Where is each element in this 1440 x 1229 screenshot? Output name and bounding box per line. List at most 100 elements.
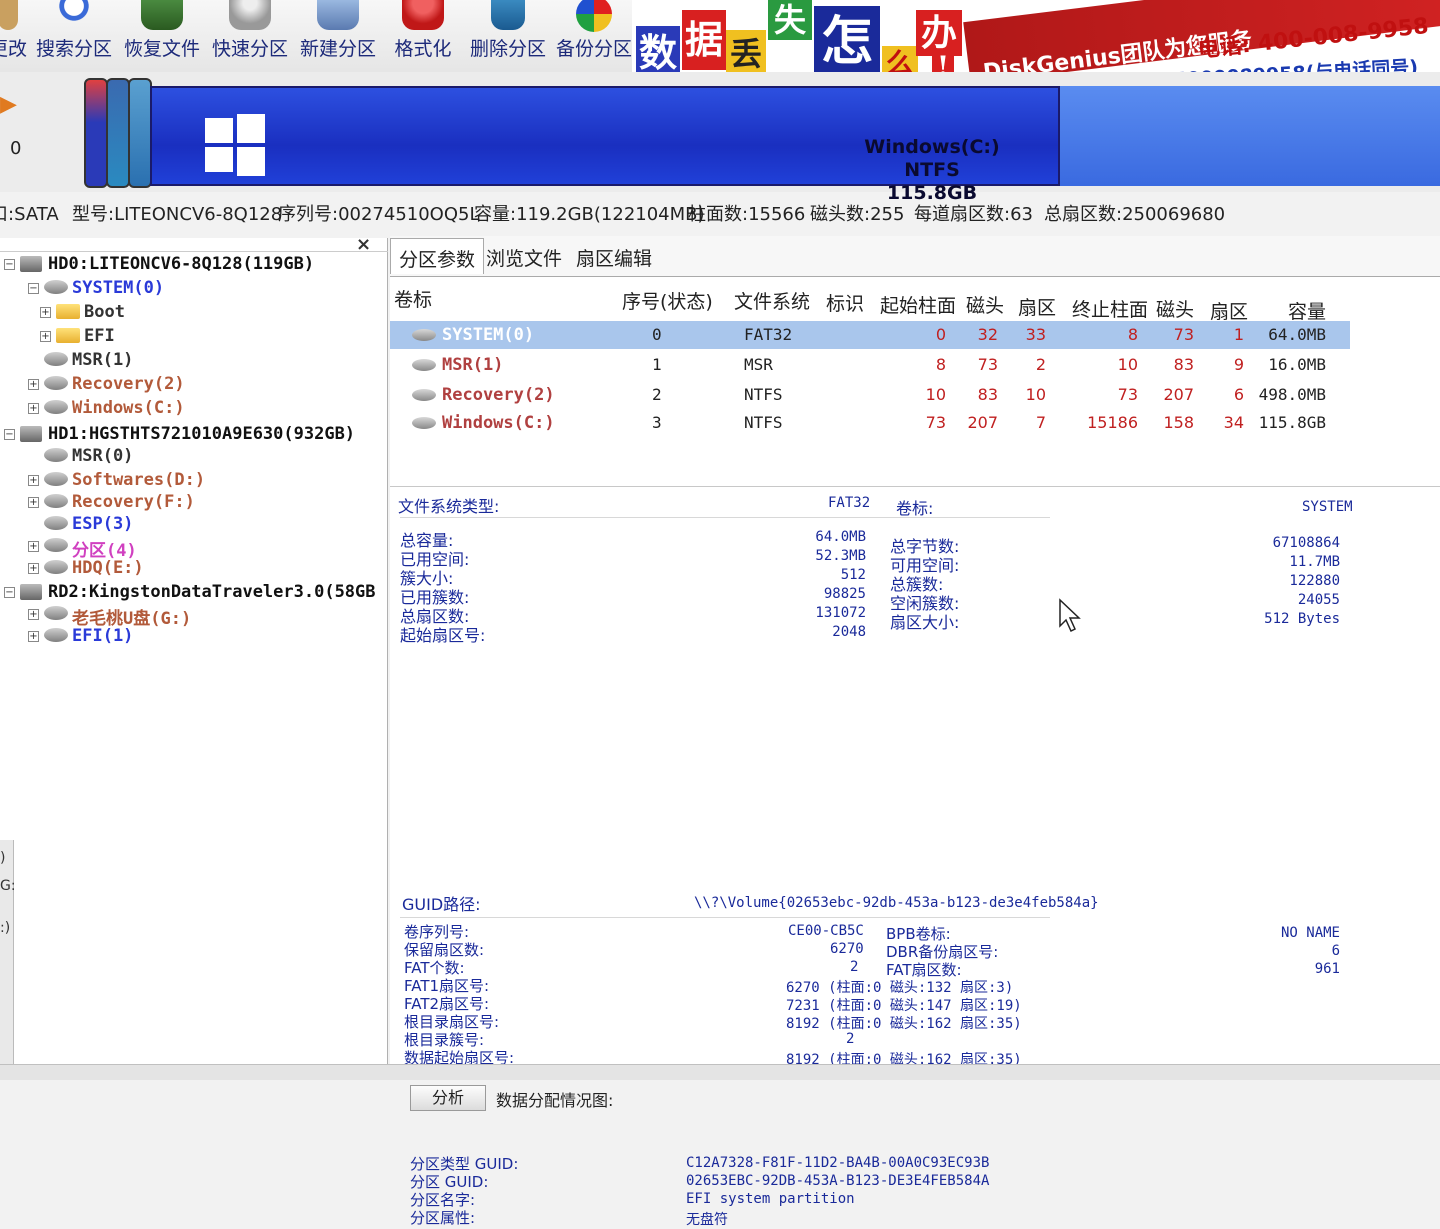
cell-eh: 207 [1163, 385, 1194, 404]
col-start-sector[interactable]: 扇区 [1018, 293, 1056, 320]
toolbar-edit-button[interactable]: 更改 [0, 0, 30, 80]
new-partition-button[interactable]: 新建分区 [296, 0, 380, 80]
tree-node-label: MSR(1) [72, 350, 134, 370]
expand-icon[interactable]: + [28, 563, 39, 574]
cell-es: 6 [1233, 385, 1244, 404]
search-partition-button[interactable]: 搜索分区 [34, 0, 114, 80]
detail-value: 961 [1314, 961, 1340, 977]
col-start-cylinder[interactable]: 起始柱面 [880, 291, 956, 318]
detail-value: 无盘符 [686, 1212, 728, 1228]
banner-tile: 丢 [726, 30, 766, 78]
expand-icon[interactable]: + [40, 331, 51, 342]
cell-size: 115.8GB [1258, 413, 1326, 432]
expand-icon[interactable]: + [28, 497, 39, 508]
cell-sc: 10 [925, 385, 946, 404]
col-start-head[interactable]: 磁头 [966, 291, 1004, 318]
detail-value: C12A7328-F81F-11D2-BA4B-00A0C93EC93B [686, 1155, 990, 1171]
tree-node-label: Windows(C:) [72, 398, 185, 418]
expand-icon[interactable]: + [28, 403, 39, 414]
quick-partition-button[interactable]: 快速分区 [208, 0, 292, 80]
format-button[interactable]: 格式化 [386, 0, 460, 80]
disk-nav-arrow-icon[interactable]: ▶ [0, 92, 17, 117]
cell-eh: 83 [1173, 355, 1194, 374]
recover-files-button[interactable]: 恢复文件 [120, 0, 204, 80]
partition-icon [44, 472, 68, 486]
cell-ss: 33 [1025, 325, 1046, 344]
detail-value: 98825 [823, 586, 866, 602]
tree-node-label: MSR(0) [72, 446, 134, 466]
tree-node-label: RD2:KingstonDataTraveler3.0(58GB [48, 582, 376, 602]
side-strip: ) G: :) [0, 840, 16, 1080]
partition-segment-recovery[interactable] [128, 78, 152, 188]
disk-map: ▶ 0 Windows(C:) NTFS 115.8GB [0, 72, 1440, 204]
cell-size: 16.0MB [1268, 355, 1326, 374]
col-index[interactable]: 序号(状态) [622, 287, 713, 314]
expand-icon[interactable]: + [28, 475, 39, 486]
expand-icon[interactable]: + [28, 541, 39, 552]
detail-value: 7231 (柱面:0 磁头:147 扇区:19) [786, 998, 1022, 1014]
expand-icon[interactable]: + [28, 631, 39, 642]
table-row[interactable]: SYSTEM(0) 0 FAT32 0 32 33 8 73 1 64.0MB [390, 321, 1350, 349]
collapse-icon[interactable]: − [4, 429, 15, 440]
backup-icon [576, 0, 612, 32]
cell-es: 34 [1223, 413, 1244, 432]
partition-icon [44, 280, 68, 294]
col-filesystem[interactable]: 文件系统 [734, 287, 810, 314]
partition-segment-msr[interactable] [106, 78, 130, 188]
banner-tile: 失 [768, 0, 812, 40]
cell-fs: NTFS [744, 413, 783, 432]
detail-value: NO NAME [1280, 925, 1340, 941]
table-row[interactable]: Windows(C:) 3 NTFS 73 207 7 15186 158 34 115.8GB [390, 409, 1350, 437]
backup-partition-button[interactable]: 备份分区 [554, 0, 634, 80]
detail-value: 2048 [832, 624, 866, 640]
table-row[interactable]: Recovery(2) 2 NTFS 10 83 10 73 207 6 498.0MB [390, 381, 1350, 409]
expand-icon[interactable]: + [28, 609, 39, 620]
cell-eh: 73 [1173, 325, 1194, 344]
disk-interface: 口:SATA [0, 204, 59, 225]
partition-segment-system[interactable] [84, 78, 108, 188]
col-end-head[interactable]: 磁头 [1156, 295, 1194, 322]
expand-icon[interactable]: + [28, 379, 39, 390]
collapse-icon[interactable]: − [28, 283, 39, 294]
collapse-icon[interactable]: − [4, 587, 15, 598]
col-end-sector[interactable]: 扇区 [1210, 297, 1248, 324]
partition-icon [44, 352, 68, 366]
cell-sc: 8 [935, 355, 946, 374]
tab-partition-params[interactable]: 分区参数 [390, 238, 485, 274]
analyze-button[interactable]: 分析 [410, 1085, 486, 1111]
hard-disk-icon [20, 426, 42, 442]
expand-icon[interactable]: + [40, 307, 51, 318]
cell-volume-label: Windows(C:) [442, 413, 555, 433]
folder-icon [56, 304, 80, 319]
detail-label: FAT扇区数: [886, 961, 962, 979]
collapse-icon[interactable]: − [4, 259, 15, 270]
hard-disk-icon [20, 256, 42, 272]
fs-type-value: FAT32 [828, 495, 871, 511]
cell-ec: 15186 [1087, 413, 1138, 432]
disk-capacity: 容量:119.2GB(122104MB) [474, 204, 705, 225]
partition-icon [412, 417, 436, 429]
delete-partition-button[interactable]: 删除分区 [466, 0, 550, 80]
tab-sector-edit[interactable]: 扇区编辑 [568, 238, 660, 274]
delete-icon [491, 0, 525, 30]
horizontal-scrollbar[interactable] [0, 1064, 1440, 1080]
volume-label-value: SYSTEM [1302, 499, 1353, 515]
cell-ec: 73 [1117, 385, 1138, 404]
col-capacity[interactable]: 容量 [1288, 297, 1326, 324]
tree-header [0, 238, 388, 252]
cell-idx: 3 [652, 413, 662, 432]
col-flag[interactable]: 标识 [826, 289, 864, 316]
partition-icon [44, 538, 68, 552]
detail-value: 02653EBC-92DB-453A-B123-DE3E4FEB584A [686, 1173, 990, 1189]
close-icon[interactable]: × [356, 234, 371, 255]
folder-icon [56, 328, 80, 343]
col-end-cylinder[interactable]: 终止柱面 [1072, 295, 1148, 322]
tab-browse-files[interactable]: 浏览文件 [478, 238, 570, 274]
cell-sh: 83 [977, 385, 998, 404]
table-row[interactable]: MSR(1) 1 MSR 8 73 2 10 83 9 16.0MB [390, 351, 1350, 379]
cell-fs: FAT32 [744, 325, 793, 344]
partition-icon [412, 329, 436, 341]
detail-value: 2 [846, 1031, 855, 1047]
partition-icon [412, 389, 436, 401]
cell-ec: 10 [1117, 355, 1138, 374]
